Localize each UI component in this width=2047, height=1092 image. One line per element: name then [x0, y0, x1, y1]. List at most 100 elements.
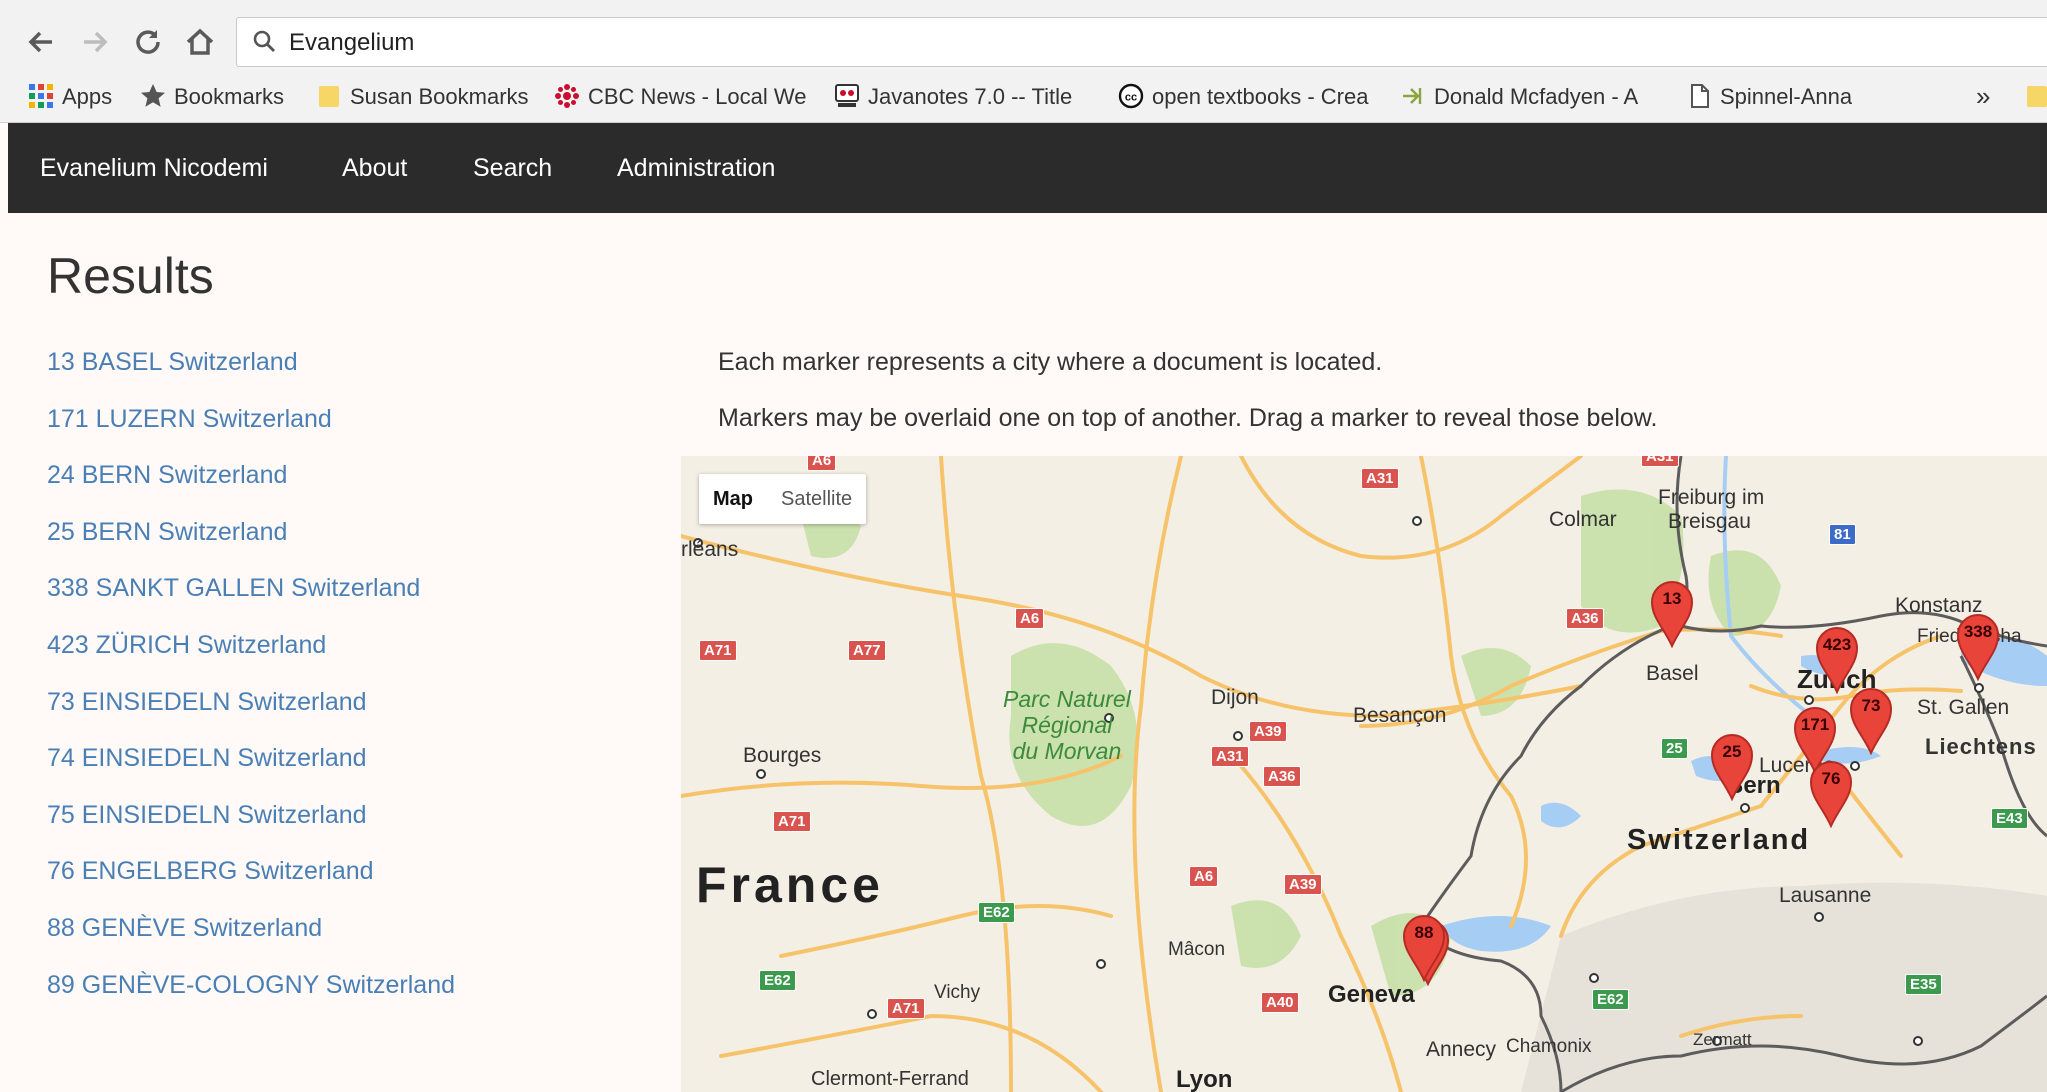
result-link[interactable]: 338 SANKT GALLEN Switzerland: [47, 574, 420, 602]
map-type-map-button[interactable]: Map: [699, 474, 767, 524]
bookmarks-overflow-button[interactable]: »: [1976, 76, 1990, 116]
result-link[interactable]: 76 ENGELBERG Switzerland: [47, 857, 374, 885]
browser-toolbar: Apps Bookmarks Susan Bookmarks CBC News …: [0, 0, 2047, 123]
map-park-label: Parc Naturel Régional du Morvan: [1003, 686, 1131, 764]
star-icon: [140, 82, 166, 108]
bookmark-label: open textbooks - Crea: [1152, 84, 1369, 110]
result-link[interactable]: 25 BERN Switzerland: [47, 518, 287, 546]
marker-label: 25: [1722, 742, 1742, 761]
nav-link-administration[interactable]: Administration: [617, 123, 775, 213]
bookmark-susan-bookmarks[interactable]: Susan Bookmarks: [316, 76, 529, 116]
marker-label: 171: [1800, 715, 1830, 734]
map-city-label: Annecy: [1426, 1038, 1497, 1061]
svg-text:cc: cc: [1125, 92, 1137, 104]
creative-commons-icon: cc: [1118, 82, 1144, 109]
highway-shield: A77: [848, 640, 886, 661]
map-city-label: Dijon: [1211, 686, 1259, 709]
highway-shield: A39: [1284, 874, 1322, 895]
bookmark-bookmarks[interactable]: Bookmarks: [140, 76, 284, 116]
home-icon: [186, 28, 214, 55]
bookmark-donald-mcfadyen[interactable]: Donald Mcfadyen - A: [1400, 76, 1662, 116]
javanotes-icon: [834, 82, 860, 108]
marker-label: 338: [1963, 622, 1993, 641]
map-city-label: Colmar: [1549, 508, 1617, 531]
map-region-label: Liechtens: [1925, 734, 2037, 759]
map-city-label: Breisgau: [1668, 510, 1751, 533]
list-item: 74 EINSIEDELN Switzerland: [47, 736, 455, 793]
result-link[interactable]: 423 ZÜRICH Switzerland: [47, 631, 326, 659]
bookmark-label: Susan Bookmarks: [350, 84, 529, 110]
map-city-label: rléans: [681, 538, 739, 561]
home-button[interactable]: [180, 22, 220, 62]
map-marker[interactable]: 338: [1956, 611, 2000, 681]
nav-link-search[interactable]: Search: [473, 123, 552, 213]
list-item: 89 GENÈVE-COLOGNY Switzerland: [47, 963, 455, 1020]
map-city-label: Vichy: [934, 982, 981, 1003]
marker-label: 88: [1414, 923, 1434, 942]
highway-shield: E35: [1905, 974, 1942, 995]
bookmark-label: Apps: [62, 84, 113, 110]
map-city-label: Lausanne: [1779, 884, 1872, 907]
map-info-text: Each marker represents a city where a do…: [718, 348, 1383, 376]
forward-arrow-icon: [84, 31, 108, 53]
highway-shield: A71: [699, 640, 737, 661]
bookmark-javanotes[interactable]: Javanotes 7.0 -- Title: [834, 76, 1098, 116]
result-link[interactable]: 13 BASEL Switzerland: [47, 348, 298, 376]
list-item: 73 EINSIEDELN Switzerland: [47, 680, 455, 737]
result-link[interactable]: 74 EINSIEDELN Switzerland: [47, 744, 367, 772]
bookmark-label: Donald Mcfadyen - A: [1434, 84, 1639, 110]
park-label-line: Régional: [1021, 712, 1113, 738]
bookmark-cbc-news[interactable]: CBC News - Local We: [554, 76, 814, 116]
map-marker[interactable]: 76: [1809, 758, 1853, 828]
map-marker[interactable]: 13: [1650, 578, 1694, 648]
result-link[interactable]: 171 LUZERN Switzerland: [47, 405, 332, 433]
page-title: Results: [47, 248, 214, 304]
highway-shield: A71: [773, 811, 811, 832]
cbc-logo-icon: [554, 82, 580, 109]
map-city-label: Basel: [1646, 662, 1699, 685]
map-country-label-france: France: [696, 857, 884, 913]
map[interactable]: Map Satellite rléans Bourges Dijon Besanç…: [681, 456, 2047, 1092]
result-link[interactable]: 89 GENÈVE-COLOGNY Switzerland: [47, 971, 455, 999]
map-city-label: Freiburg im: [1658, 486, 1765, 509]
folder-icon: [2024, 82, 2047, 108]
bookmark-open-textbooks[interactable]: cc open textbooks - Crea: [1118, 76, 1380, 116]
highway-shield: E43: [1991, 808, 2028, 829]
bookmark-spinnel-anna[interactable]: Spinnel-Anna: [1686, 76, 1852, 116]
forward-button[interactable]: [74, 22, 114, 62]
result-link[interactable]: 75 EINSIEDELN Switzerland: [47, 801, 367, 829]
back-arrow-icon: [28, 31, 52, 53]
reload-button[interactable]: [128, 22, 168, 62]
result-link[interactable]: 88 GENÈVE Switzerland: [47, 914, 322, 942]
map-marker[interactable]: 25: [1710, 731, 1754, 801]
map-marker[interactable]: 88: [1402, 912, 1446, 982]
bookmark-folder-cutoff[interactable]: [2024, 76, 2047, 116]
highway-shield: A71: [887, 998, 925, 1019]
marker-label: 13: [1662, 589, 1682, 608]
list-item: 13 BASEL Switzerland: [47, 340, 455, 397]
back-button[interactable]: [22, 22, 62, 62]
map-city-label: Chamonix: [1506, 1036, 1592, 1057]
site-navbar: Evanelium Nicodemi About Search Administ…: [8, 123, 2047, 213]
map-type-satellite-button[interactable]: Satellite: [767, 474, 866, 524]
address-bar[interactable]: [236, 17, 2047, 67]
bookmark-label: CBC News - Local We: [588, 84, 807, 110]
list-item: 75 EINSIEDELN Switzerland: [47, 793, 455, 850]
highway-shield: A6: [1189, 866, 1219, 887]
result-link[interactable]: 24 BERN Switzerland: [47, 461, 287, 489]
map-marker[interactable]: 73: [1849, 685, 1893, 755]
highway-shield: A31: [1641, 456, 1679, 467]
result-link[interactable]: 73 EINSIEDELN Switzerland: [47, 688, 367, 716]
marker-label: 73: [1861, 696, 1881, 715]
map-country-label-switzerland: Switzerland: [1627, 824, 1811, 856]
map-city-label: Lyon: [1176, 1066, 1233, 1092]
navbar-brand[interactable]: Evanelium Nicodemi: [40, 123, 268, 213]
map-city-label: Besançon: [1353, 704, 1447, 727]
bookmark-apps[interactable]: Apps: [28, 76, 112, 116]
bookmark-label: Javanotes 7.0 -- Title: [868, 84, 1073, 110]
highway-shield: A6: [1015, 608, 1045, 629]
nav-link-about[interactable]: About: [342, 123, 407, 213]
highway-shield: E62: [759, 970, 796, 991]
map-marker[interactable]: 423: [1815, 624, 1859, 694]
address-input[interactable]: [287, 24, 1191, 62]
